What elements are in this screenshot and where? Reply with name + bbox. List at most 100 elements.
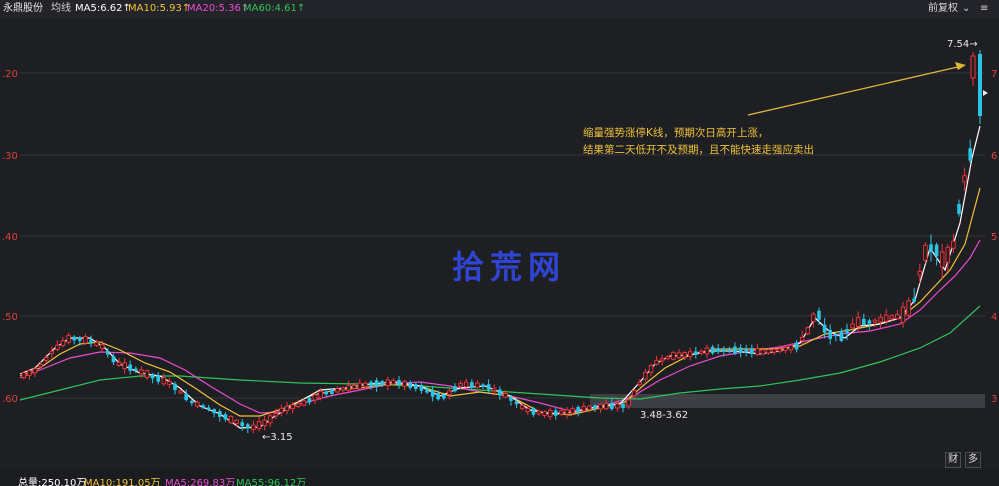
candle <box>671 351 676 361</box>
candle <box>167 377 172 389</box>
candle <box>397 375 401 389</box>
more-button[interactable]: 多 <box>965 452 981 468</box>
adjust-selector[interactable]: 前复权 <box>928 3 958 15</box>
y-label-right-2: 6 <box>991 151 997 162</box>
candle <box>716 344 720 355</box>
candle-body <box>834 334 838 337</box>
ma10-volume: MA10:191.05万 <box>84 478 161 486</box>
candle-body <box>312 394 318 401</box>
candle-body <box>324 391 328 395</box>
indicator-bar: 永鼎股份 均线 MA5:6.62↑ MA10:5.93↑ MA20:5.36↑ … <box>0 0 999 18</box>
candle <box>547 407 553 420</box>
candle-body <box>559 410 564 415</box>
candle-body <box>525 408 531 413</box>
candle <box>284 401 290 415</box>
candle-body <box>335 388 340 393</box>
candle-body <box>631 390 637 397</box>
candle-body <box>704 347 710 355</box>
candle-body <box>878 316 883 323</box>
candle-body <box>766 349 771 354</box>
candle-body <box>839 331 844 341</box>
candle-body <box>470 382 474 388</box>
settings-icon[interactable]: ≡ <box>980 3 988 15</box>
candle-body <box>256 421 262 429</box>
ma60-value: MA60:4.61↑ <box>243 3 306 14</box>
candle <box>855 311 861 333</box>
stock-name[interactable]: 永鼎股份 <box>3 3 43 15</box>
candle-body <box>722 348 726 352</box>
candle-body <box>397 379 401 386</box>
candle <box>21 371 27 380</box>
ma55-volume: MA55:96.12万 <box>236 478 307 486</box>
candle-body <box>889 315 895 320</box>
support-zone <box>590 394 985 408</box>
candle-body <box>414 384 418 389</box>
candle-body <box>55 344 60 350</box>
candle <box>408 380 412 391</box>
y-label-left-4: .50 <box>2 312 18 323</box>
candle <box>968 139 972 164</box>
candle-body <box>648 365 654 373</box>
grid <box>20 72 985 399</box>
finance-button[interactable]: 财 <box>945 452 961 468</box>
annotation-arrow <box>747 62 966 116</box>
candle <box>27 369 32 380</box>
candle <box>978 50 982 124</box>
candle-body <box>295 403 301 407</box>
avg-line-label[interactable]: 均线 <box>51 3 71 15</box>
candle-body <box>855 317 861 327</box>
candle <box>654 355 659 366</box>
candle-body <box>845 329 849 334</box>
volume-indicator-bar: 总量:250.10万 MA10:191.05万 MA5:269.83万 MA55… <box>0 470 999 486</box>
candle-body <box>273 413 279 417</box>
candle-body <box>509 397 513 401</box>
candle <box>704 344 710 358</box>
candle <box>430 386 435 402</box>
candle-body <box>929 244 933 253</box>
candle <box>906 297 911 318</box>
candle <box>839 328 844 343</box>
ma20-value: MA20:5.36↑ <box>187 3 250 14</box>
candle <box>542 410 547 419</box>
candle <box>122 358 127 374</box>
chevron-down-icon[interactable]: ⌄ <box>962 3 970 15</box>
candle-body <box>957 203 961 214</box>
candle-body <box>587 405 592 410</box>
candle-body <box>514 401 519 405</box>
candle <box>554 407 558 420</box>
watermark: 拾荒网 <box>452 248 567 286</box>
candle-body <box>206 407 211 410</box>
candle <box>89 335 93 348</box>
last-price-marker-icon <box>983 90 988 96</box>
candle <box>648 363 654 377</box>
candle-body <box>330 389 334 395</box>
candle <box>324 389 328 398</box>
candle <box>453 383 457 393</box>
candle-body <box>671 351 676 360</box>
candle <box>218 408 222 422</box>
candle-body <box>402 380 407 387</box>
candle-body <box>128 364 132 371</box>
candle-body <box>771 348 777 353</box>
candle-body <box>906 300 911 316</box>
candle-body <box>867 320 872 324</box>
candle-body <box>60 340 66 346</box>
candle-body <box>699 350 704 354</box>
candle-body <box>279 407 284 413</box>
candle-body <box>111 356 116 363</box>
candle <box>694 346 698 359</box>
candle-body <box>895 314 900 320</box>
candle <box>481 383 485 390</box>
candle-body <box>755 348 760 356</box>
candle-body <box>682 352 687 358</box>
candle <box>66 332 71 345</box>
total-volume: 总量:250.10万 <box>18 478 87 486</box>
kline-chart[interactable]: .20 .30 .40 .50 .60 7 6 5 4 3 缩量强势涨停K线，预… <box>0 18 999 470</box>
candle-body <box>116 361 122 366</box>
candle-body <box>760 349 766 355</box>
candle <box>593 404 597 412</box>
candle-body <box>777 348 783 352</box>
candle <box>805 326 811 336</box>
candle-body <box>750 348 754 355</box>
candle-body <box>458 382 463 387</box>
